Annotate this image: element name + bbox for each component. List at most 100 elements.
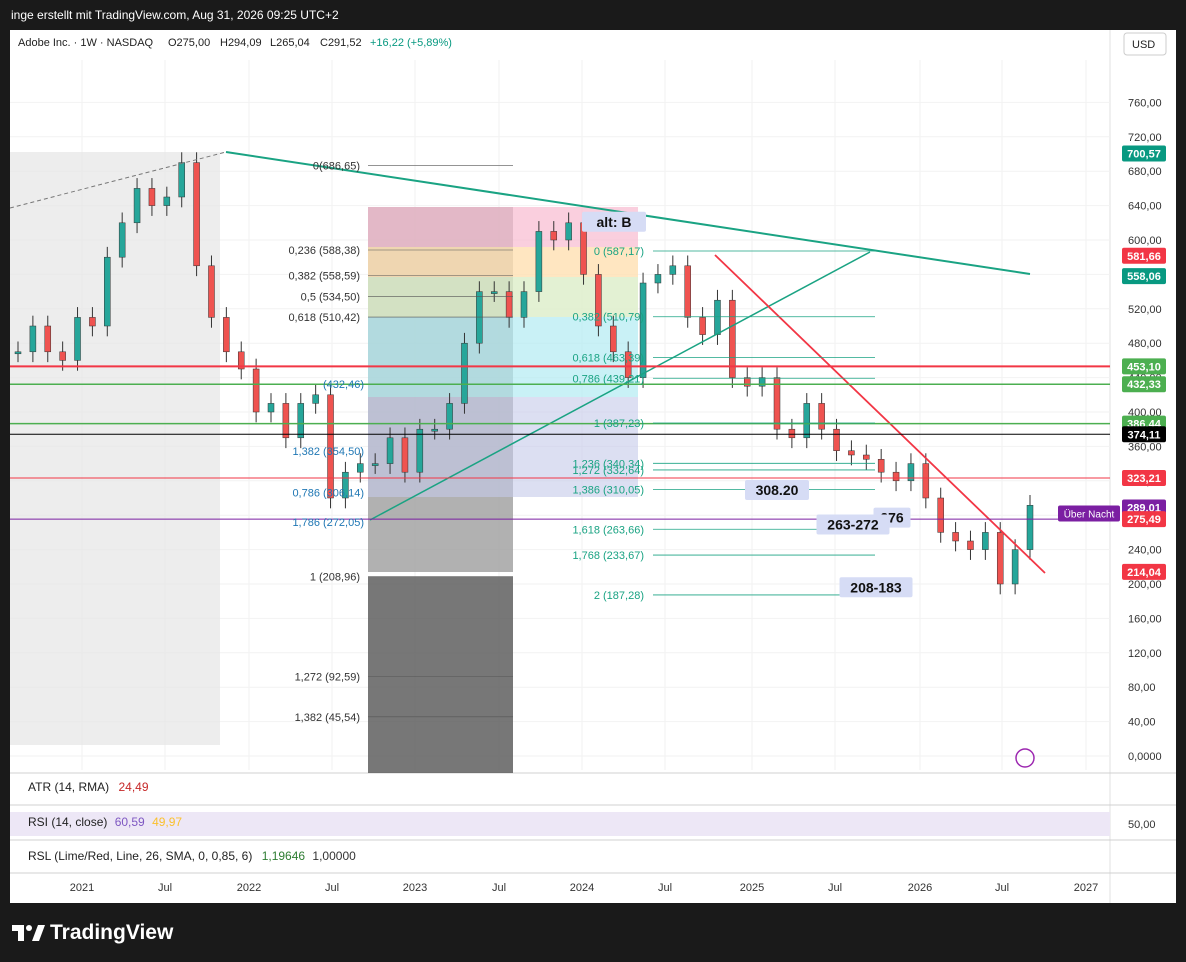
candle-body [1026,505,1034,550]
y-tick-label: 520,00 [1128,304,1162,316]
fib-left-label: 0,618 (510,42) [288,312,360,324]
x-tick-label: 2027 [1074,882,1098,894]
fib-right-label: 2 (187,28) [594,590,644,602]
fib-right-label: 0,618 (463,39) [572,352,644,364]
legend-close: C291,52 [320,37,362,49]
candle-body [803,403,811,439]
candle-body [833,428,840,451]
x-tick-label: Jul [492,882,506,894]
rsl-label: RSL (Lime/Red, Line, 26, SMA, 0, 0,85, 6… [28,849,356,863]
currency-label: USD [1132,39,1155,51]
price-chart[interactable]: Adobe Inc. · 1W · NASDAQ O275,00 H294,09 L2… [9,30,1176,903]
atr-value: 24,49 [118,780,149,794]
candle-body [863,454,870,460]
candle-body [550,231,558,241]
y-tick-label: 120,00 [1128,648,1162,660]
rsi-label: RSI (14, close) 60,59 49,97 [28,815,182,829]
price-tag-label: 323,21 [1127,473,1161,485]
x-tick-label: 2023 [403,882,427,894]
header-caption: inge erstellt mit TradingView.com, Aug 3… [11,8,339,22]
candle-body [163,196,171,206]
price-tag-label: 374,11 [1127,429,1160,441]
candle-body [535,231,543,292]
candle-body [133,188,141,224]
candle-body [357,463,364,473]
annotation-label: alt: B [597,214,632,230]
fib-mid-label: (432,46) [323,379,364,391]
y-tick-label: 0,0000 [1128,751,1162,763]
fib-mid-label: 1,786 (272,05) [292,517,364,529]
candle-body [386,437,394,464]
candle-body [684,265,691,318]
candle-body [252,368,260,413]
candle-body [371,463,379,466]
price-tag-label: 214,04 [1127,567,1162,579]
candle-body [699,317,706,335]
candle-body [788,428,796,439]
rsi-ma-value: 49,97 [152,815,183,829]
x-tick-label: 2025 [740,882,764,894]
annotation-label: 208-183 [850,579,902,595]
candle-body [59,351,66,361]
candle-body [401,437,409,473]
price-tag-label: 432,33 [1127,379,1161,391]
y-tick-label: 240,00 [1128,545,1162,557]
candle-body [44,325,52,353]
price-tag-label: 558,06 [1127,271,1161,283]
x-tick-label: Jul [325,882,339,894]
chart-frame: Adobe Inc. · 1W · NASDAQ O275,00 H294,09 L2… [9,30,1176,903]
candle-body [520,291,528,318]
candle-body [773,377,781,430]
rsl-value: 1,19646 [261,849,306,863]
legend-symbol: Adobe Inc. · 1W · NASDAQ [18,37,154,49]
footer-bar: TradingView [0,903,1186,962]
rsi-value: 60,59 [114,815,145,829]
rsi-scale-label: 50,00 [1128,819,1156,831]
shade-blue [368,397,638,497]
tradingview-logo-icon [12,925,45,941]
fib-left-label: 0,382 (558,59) [288,271,360,283]
candle-body [416,428,424,473]
y-tick-label: 200,00 [1128,579,1162,591]
annotation-label: 308.20 [756,482,799,498]
top-bar: inge erstellt mit TradingView.com, Aug 3… [0,0,1186,30]
fib-right-label: 1,618 (263,66) [572,524,644,536]
y-tick-label: 640,00 [1128,201,1162,213]
after-hours-label: Über Nacht [1064,508,1115,520]
shade-fib-dark [368,577,513,773]
candle-body [937,497,944,533]
candle-body [490,291,498,294]
x-tick-label: 2022 [237,882,261,894]
fib-right-label: 0,382 (510,79) [572,312,644,324]
tradingview-brand: TradingView [50,921,174,944]
atr-label: ATR (14, RMA) 24,49 [28,780,149,794]
candle-body [996,532,1004,585]
candle-body [610,325,617,353]
y-tick-label: 160,00 [1128,613,1162,625]
y-tick-label: 80,00 [1128,682,1156,694]
y-tick-label: 680,00 [1128,166,1162,178]
fib-mid-label: 1,382 (354,50) [292,446,364,458]
candle-body [922,463,930,499]
price-tag-label: 453,10 [1127,361,1161,373]
candle-body [877,459,885,473]
legend-low: L265,04 [270,37,310,49]
legend-change: +16,22 (+5,89%) [370,37,452,49]
shade-left [10,152,220,745]
x-tick-label: Jul [158,882,172,894]
fib-right-label: 1,768 (233,67) [572,550,644,562]
candle-body [29,325,37,353]
legend-open: O275,00 [168,37,210,49]
fib-left-label: 0,5 (534,50) [301,291,360,303]
fib-mid-label: 0,786 (306,14) [292,488,364,500]
price-tag-label: 275,49 [1127,514,1161,526]
y-tick-label: 760,00 [1128,97,1162,109]
x-tick-label: Jul [658,882,672,894]
candle-body [312,394,319,404]
candle-body [654,274,662,284]
candle-body [505,291,513,318]
atr-name: ATR (14, RMA) [28,780,110,794]
fib-left-label: 1,272 (92,59) [295,671,360,683]
candle-body [848,450,855,456]
candle-body [669,265,677,275]
